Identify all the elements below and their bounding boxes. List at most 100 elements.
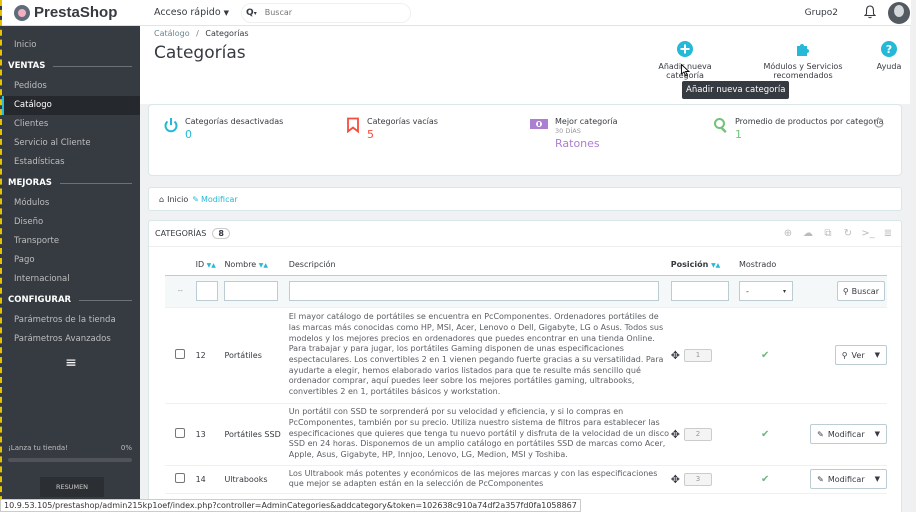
mouse-cursor-icon [681,64,690,77]
path-modify[interactable]: Modificar [201,195,238,204]
kpi-value: 1 [735,128,742,141]
tooltip: Añadir nueva categoría [682,81,790,99]
help-button[interactable]: ? Ayuda [876,40,902,71]
add-icon[interactable]: ⊕ [781,227,795,241]
filter-shown-select[interactable]: - ▾ [739,281,793,301]
edit-button[interactable]: ✎ Modificar ▼ [810,424,887,444]
row-checkbox[interactable] [175,473,186,484]
column-position[interactable]: Posición ▼▲ [671,255,739,275]
row-description: El mayor catálogo de portátiles se encue… [288,307,671,404]
kpi-label: Categorías vacías [367,117,438,126]
filter-id-input[interactable] [195,281,218,301]
page-title: Categorías [154,43,246,63]
edit-button[interactable]: ✎ Modificar ▼ [810,469,887,490]
sidebar-item-pago[interactable]: Pago [2,251,140,270]
categories-panel: CATEGORÍAS 8 ⊕ ☁ ⧉ ↻ >_ ≣ ID ▼▲ Nombre ▼… [148,220,902,512]
resume-button[interactable]: RESUMEN [40,477,104,497]
refresh-icon[interactable]: ↻ [841,227,855,241]
kpi-label: Categorías desactivadas [185,117,284,126]
sidebar-section-configurar: CONFIGURAR [2,289,140,311]
sidebar-item-internacional[interactable]: Internacional [2,270,140,289]
caret-down-icon: ▼ [223,8,230,17]
caret-down-icon[interactable]: ▼ [875,475,880,483]
sidebar-nav: Inicio VENTAS Pedidos Catálogo Clientes … [2,26,140,371]
category-count-badge: 8 [212,228,230,239]
recommended-modules-button[interactable]: Módulos y Servicios recomendados [736,40,870,80]
upload-icon[interactable]: ☁ [801,227,815,241]
row-name[interactable]: Portátiles [224,307,289,404]
topbar: Acceso rápido ▼ Q▾ Grupo2 [140,0,916,26]
check-icon[interactable]: ✔ [761,474,769,485]
help-label: Ayuda [876,62,902,71]
table-row[interactable]: 12 Portátiles El mayor catálogo de portá… [165,307,887,404]
sidebar-item-inicio[interactable]: Inicio [2,36,140,55]
launch-progress-label: ¡Lanza tu tienda! 0% [8,444,132,452]
menu-collapse-icon[interactable]: ≡ [2,355,140,371]
drag-handle[interactable]: ✥ 2 [671,427,712,441]
prestashop-logo-icon [14,4,30,21]
caret-down-icon[interactable]: ▼ [875,351,880,359]
sidebar-item-transporte[interactable]: Transporte [2,232,140,251]
breadcrumb-catalogo[interactable]: Catálogo [154,29,190,38]
row-name[interactable]: Ultrabooks [224,465,289,494]
search-button[interactable]: ⚲ Buscar [836,281,885,301]
sidebar-item-parametros-tienda[interactable]: Parámetros de la tienda [2,311,140,330]
categories-table: ID ▼▲ Nombre ▼▲ Descripción Posición ▼▲ … [165,255,887,494]
view-button[interactable]: ⚲ Ver ▼ [834,345,887,365]
sidebar-item-parametros-avanzados[interactable]: Parámetros Avanzados [2,330,140,349]
filter-name-input[interactable] [224,281,279,301]
breadcrumb-current: Categorías [205,29,249,38]
row-id: 14 [195,465,225,494]
sql-terminal-icon[interactable]: >_ [861,227,875,241]
row-description: Los Ultrabook más potentes y económicos … [288,465,671,494]
column-id[interactable]: ID ▼▲ [196,255,225,275]
sidebar-item-catalogo[interactable]: Catálogo [2,96,140,115]
sidebar: PrestaShop Inicio VENTAS Pedidos Catálog… [0,0,140,512]
kpi-label: Promedio de productos por categoría [735,117,884,126]
recommended-modules-label: Módulos y Servicios recomendados [763,62,843,80]
check-icon[interactable]: ✔ [761,350,769,361]
sidebar-item-pedidos[interactable]: Pedidos [2,77,140,96]
avatar[interactable] [888,2,910,24]
drag-handle[interactable]: ✥ 3 [671,472,712,486]
search-box: Q▾ [241,2,412,23]
search-input[interactable] [264,8,375,17]
filter-position-input[interactable] [670,281,729,301]
shop-name[interactable]: Grupo2 [805,8,838,18]
path-home[interactable]: Inicio [167,195,188,204]
filter-description-input[interactable] [288,281,659,301]
category-path-bar: ⌂ Inicio ✎ Modificar [148,187,902,211]
power-icon [164,118,178,133]
row-checkbox[interactable] [175,349,186,359]
kpi-disabled-categories[interactable]: Categorías desactivadas 0 [163,117,283,141]
sidebar-item-modulos[interactable]: Módulos [2,194,140,213]
kpi-value: 5 [367,128,374,141]
check-icon[interactable]: ✔ [761,429,769,440]
quick-access-dropdown[interactable]: Acceso rápido ▼ [154,7,229,18]
kpi-average-products[interactable]: Promedio de productos por categoría 1 [713,117,884,141]
row-name[interactable]: Portátiles SSD [224,403,289,466]
refresh-icon[interactable] [873,117,885,129]
pencil-icon: ✎ [817,429,824,439]
caret-down-icon[interactable]: ▼ [875,430,880,438]
export-icon[interactable]: ⧉ [821,227,835,241]
row-checkbox[interactable] [175,428,186,438]
column-name[interactable]: Nombre ▼▲ [224,255,288,275]
search-icon[interactable]: Q▾ [246,8,257,18]
bell-icon[interactable] [864,5,876,19]
money-icon [530,119,548,129]
database-icon[interactable]: ≣ [881,227,895,241]
page-scrollbar[interactable] [911,0,916,512]
kpi-empty-categories[interactable]: Categorías vacías 5 [345,117,438,141]
logo[interactable]: PrestaShop [2,0,140,26]
drag-handle[interactable]: ✥ 1 [671,348,712,362]
sidebar-item-servicio-cliente[interactable]: Servicio al Cliente [2,134,140,153]
kpi-best-category[interactable]: Mejor categoría 30 DÍAS Ratones [529,117,618,150]
sidebar-item-estadisticas[interactable]: Estadísticas [2,153,140,172]
logo-text: PrestaShop [34,4,118,21]
sidebar-item-diseno[interactable]: Diseño [2,213,140,232]
sidebar-item-clientes[interactable]: Clientes [2,115,140,134]
table-row[interactable]: 14 Ultrabooks Los Ultrabook más potentes… [165,465,887,494]
pencil-icon: ✎ [192,194,199,204]
table-row[interactable]: 13 Portátiles SSD Un portátil con SSD te… [165,403,887,466]
